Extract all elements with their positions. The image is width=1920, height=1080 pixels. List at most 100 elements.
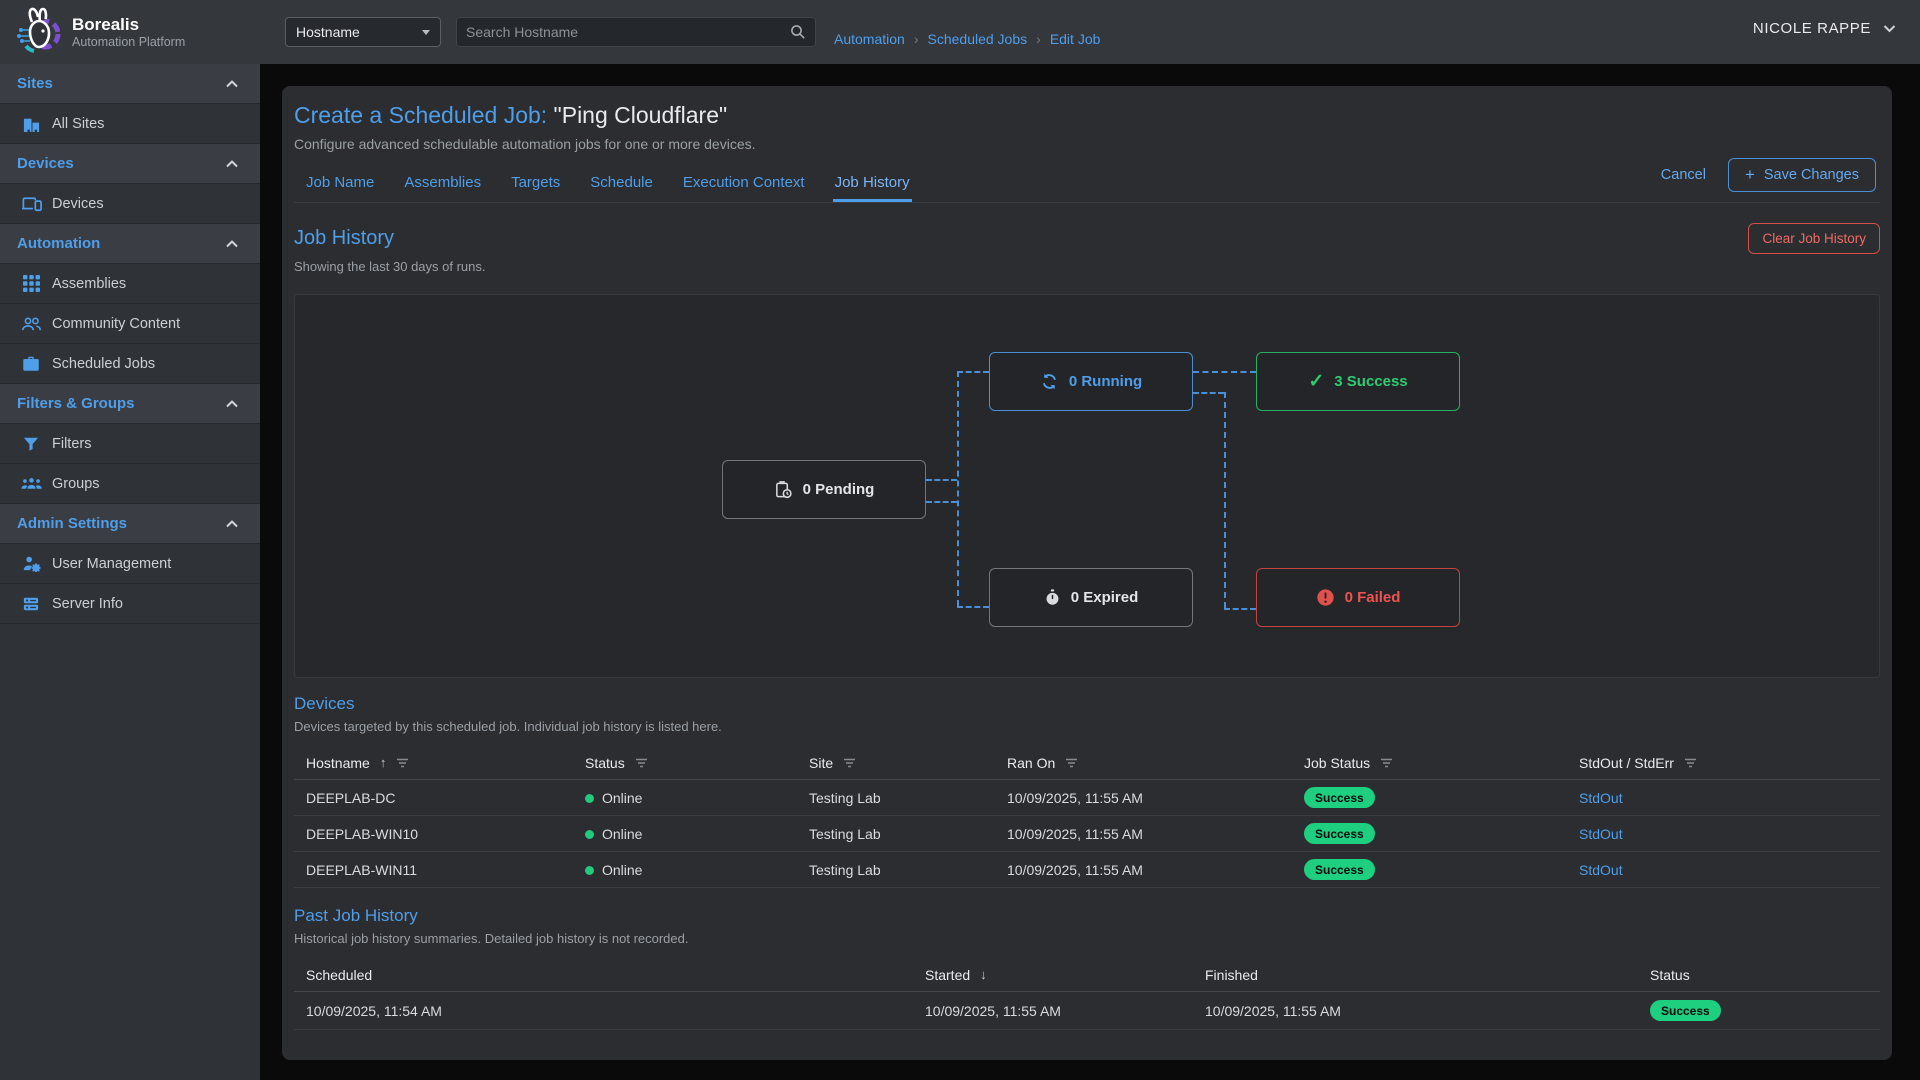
tab-targets[interactable]: Targets [509,168,562,202]
filter-icon[interactable] [396,755,409,771]
column-header-job-status[interactable]: Job Status [1304,755,1579,771]
column-header-scheduled[interactable]: Scheduled [306,967,925,983]
cancel-button[interactable]: Cancel [1661,167,1706,183]
filter-icon[interactable] [843,755,856,771]
flow-node-pending[interactable]: 0 Pending [722,460,926,519]
filter-icon[interactable] [1065,755,1078,771]
sidebar-section-filters-groups[interactable]: Filters & Groups [0,384,260,424]
devices-heading: Devices [294,694,1880,714]
page-title-job-name: "Ping Cloudflare" [547,102,727,128]
sidebar-item-label: User Management [52,556,171,572]
stdout-link[interactable]: StdOut [1579,862,1623,878]
flow-connector [1224,392,1226,608]
cell-hostname: DEEPLAB-WIN10 [306,826,585,842]
stdout-link[interactable]: StdOut [1579,826,1623,842]
sidebar-item-scheduled-jobs[interactable]: Scheduled Jobs [0,344,260,384]
flow-node-expired[interactable]: 0 Expired [989,568,1193,627]
save-changes-button[interactable]: + Save Changes [1728,158,1876,192]
tab-job-history[interactable]: Job History [833,168,912,202]
sidebar-item-label: Filters [52,436,91,452]
breadcrumb-edit-job[interactable]: Edit Job [1050,31,1101,47]
sidebar-section-automation[interactable]: Automation [0,224,260,264]
filter-icon[interactable] [1380,755,1393,771]
server-icon [18,596,44,612]
tab-schedule[interactable]: Schedule [588,168,655,202]
tab-assemblies[interactable]: Assemblies [402,168,483,202]
sidebar-item-devices[interactable]: Devices [0,184,260,224]
chevron-up-icon [226,515,238,532]
column-header-ran-on[interactable]: Ran On [1007,755,1304,771]
column-header-status[interactable]: Status [1650,967,1880,983]
column-header-finished[interactable]: Finished [1205,967,1650,983]
sidebar-section-admin-settings[interactable]: Admin Settings [0,504,260,544]
chevron-up-icon [226,235,238,252]
past-history-table-header: Scheduled Started ↓ Finished Status [294,958,1880,992]
flow-node-running[interactable]: 0 Running [989,352,1193,411]
breadcrumb-automation[interactable]: Automation [834,31,905,47]
table-row[interactable]: DEEPLAB-WIN10 Online Testing Lab 10/09/2… [294,816,1880,852]
column-label: Status [1650,967,1690,983]
table-row[interactable]: DEEPLAB-WIN11 Online Testing Lab 10/09/2… [294,852,1880,888]
sidebar-item-label: Scheduled Jobs [52,356,155,372]
cell-status: Online [585,790,809,806]
cell-started: 10/09/2025, 11:55 AM [925,1003,1205,1019]
sort-asc-icon: ↑ [380,755,387,770]
hostname-select[interactable]: Hostname [285,17,441,47]
user-menu[interactable]: NICOLE RAPPE [1753,20,1896,37]
clear-job-history-button[interactable]: Clear Job History [1748,223,1880,254]
sidebar-item-label: Devices [52,196,104,212]
sidebar-section-label: Filters & Groups [17,395,135,412]
sidebar-item-assemblies[interactable]: Assemblies [0,264,260,304]
sidebar-section-label: Admin Settings [17,515,127,532]
sidebar-item-groups[interactable]: Groups [0,464,260,504]
status-badge: Success [1304,787,1375,808]
table-row[interactable]: DEEPLAB-DC Online Testing Lab 10/09/2025… [294,780,1880,816]
column-header-status[interactable]: Status [585,755,809,771]
sidebar-item-server-info[interactable]: Server Info [0,584,260,624]
cell-stdout: StdOut [1579,826,1880,842]
groups-icon [18,476,44,491]
devices-table-header: Hostname ↑ Status Site Ran On Job Status [294,746,1880,780]
page-title: Create a Scheduled Job: "Ping Cloudflare… [294,102,1880,129]
tab-execution-context[interactable]: Execution Context [681,168,807,202]
flow-node-label: 0 Pending [803,481,875,498]
sidebar-item-filters[interactable]: Filters [0,424,260,464]
brand-name: Borealis [72,15,185,35]
column-label: Scheduled [306,967,372,983]
stdout-link[interactable]: StdOut [1579,790,1623,806]
sidebar-item-label: Server Info [52,596,123,612]
tab-bar: Job Name Assemblies Targets Schedule Exe… [294,168,1880,203]
column-header-started[interactable]: Started ↓ [925,967,1205,983]
hostname-select-value: Hostname [296,24,360,40]
sidebar-item-label: Groups [52,476,100,492]
cell-job-status: Success [1304,859,1579,880]
breadcrumb-scheduled-jobs[interactable]: Scheduled Jobs [928,31,1028,47]
sidebar-item-user-management[interactable]: User Management [0,544,260,584]
cell-scheduled: 10/09/2025, 11:54 AM [306,1003,925,1019]
people-icon [18,316,44,332]
sidebar-item-community-content[interactable]: Community Content [0,304,260,344]
flow-node-failed[interactable]: 0 Failed [1256,568,1460,627]
flow-connector [957,371,989,373]
search-input[interactable] [466,24,790,40]
sidebar-section-label: Automation [17,235,100,252]
column-header-hostname[interactable]: Hostname ↑ [306,755,585,771]
tab-job-name[interactable]: Job Name [304,168,376,202]
sidebar-item-all-sites[interactable]: All Sites [0,104,260,144]
sidebar-section-sites[interactable]: Sites [0,64,260,104]
filter-icon[interactable] [635,755,648,771]
brand-subtitle: Automation Platform [72,35,185,49]
table-row[interactable]: 10/09/2025, 11:54 AM 10/09/2025, 11:55 A… [294,992,1880,1030]
past-job-history-subheading: Historical job history summaries. Detail… [294,931,1880,946]
column-header-site[interactable]: Site [809,755,1007,771]
filter-icon[interactable] [1684,755,1697,771]
cell-ran-on: 10/09/2025, 11:55 AM [1007,826,1304,842]
sidebar-section-devices[interactable]: Devices [0,144,260,184]
cell-hostname: DEEPLAB-WIN11 [306,862,585,878]
flow-node-label: 3 Success [1334,373,1407,390]
column-header-stdout[interactable]: StdOut / StdErr [1579,755,1880,771]
flow-node-success[interactable]: ✓ 3 Success [1256,352,1460,411]
plus-icon: + [1745,169,1755,181]
clipboard-clock-icon [774,480,793,500]
status-badge: Success [1650,1000,1721,1021]
